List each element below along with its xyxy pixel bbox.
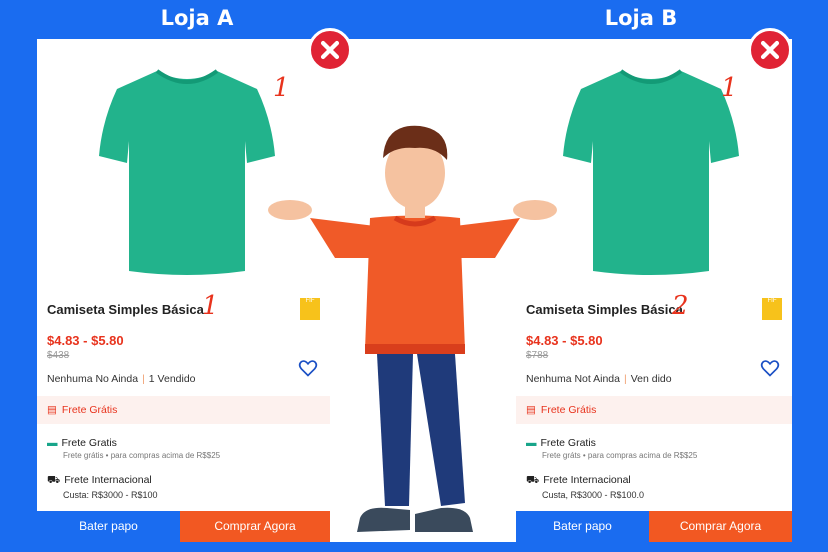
tshirt-image[interactable] xyxy=(561,61,741,281)
chat-button[interactable]: Bater papo xyxy=(37,511,180,542)
shipping-sub: Frete grátis • para compras acima de R$$… xyxy=(63,451,221,460)
shipping-title: Frete Gratis xyxy=(61,437,117,449)
intl-sub: Custa: R$3000 - R$100 xyxy=(63,490,158,500)
shipping-icon: ▬ xyxy=(47,437,58,449)
truck-icon: ⛟ xyxy=(47,474,61,486)
badge-text: FIF xyxy=(767,298,777,304)
buy-now-button[interactable]: Comprar Agora xyxy=(649,511,792,542)
divider: | xyxy=(142,373,145,385)
store-title-a: Loja A xyxy=(160,6,234,30)
close-icon xyxy=(308,28,352,72)
shipping-row: ▬ Frete Gratis Frete grátis • para compra… xyxy=(47,437,220,460)
product-title: Camiseta Simples Básica xyxy=(47,302,204,317)
sold-text: 1 Vendido xyxy=(148,373,196,385)
shrugging-person-illustration xyxy=(268,125,557,532)
seller-badge: FIF xyxy=(762,298,782,320)
old-price: $438 xyxy=(47,350,70,361)
title-number: 2 xyxy=(672,291,689,321)
rating-text: Nenhuma No Ainda xyxy=(47,373,139,385)
image-number: 1 xyxy=(273,73,290,103)
intl-title: Frete Internacional xyxy=(64,474,152,486)
image-number: 1 xyxy=(721,73,738,103)
rating-info: Nenhuma No Ainda | 1 Vendido xyxy=(47,373,196,385)
tshirt-image[interactable] xyxy=(97,61,277,281)
store-title-b: Loja B xyxy=(604,6,678,30)
ticket-icon: ▤ xyxy=(47,404,57,416)
divider: | xyxy=(623,373,627,385)
heart-icon[interactable] xyxy=(760,358,780,378)
close-icon xyxy=(748,28,792,72)
price: $4.83 - $5.80 xyxy=(47,333,124,348)
title-number: 1 xyxy=(202,291,219,321)
sold-text: Ven dido xyxy=(630,373,672,385)
international-row: ⛟ Frete Internacional Custa: R$3000 - R$1… xyxy=(47,474,158,500)
shipping-sub: Frete gráts • para compras acima de R$$2… xyxy=(542,451,698,460)
free-shipping-label: Frete Grátis xyxy=(61,404,118,416)
